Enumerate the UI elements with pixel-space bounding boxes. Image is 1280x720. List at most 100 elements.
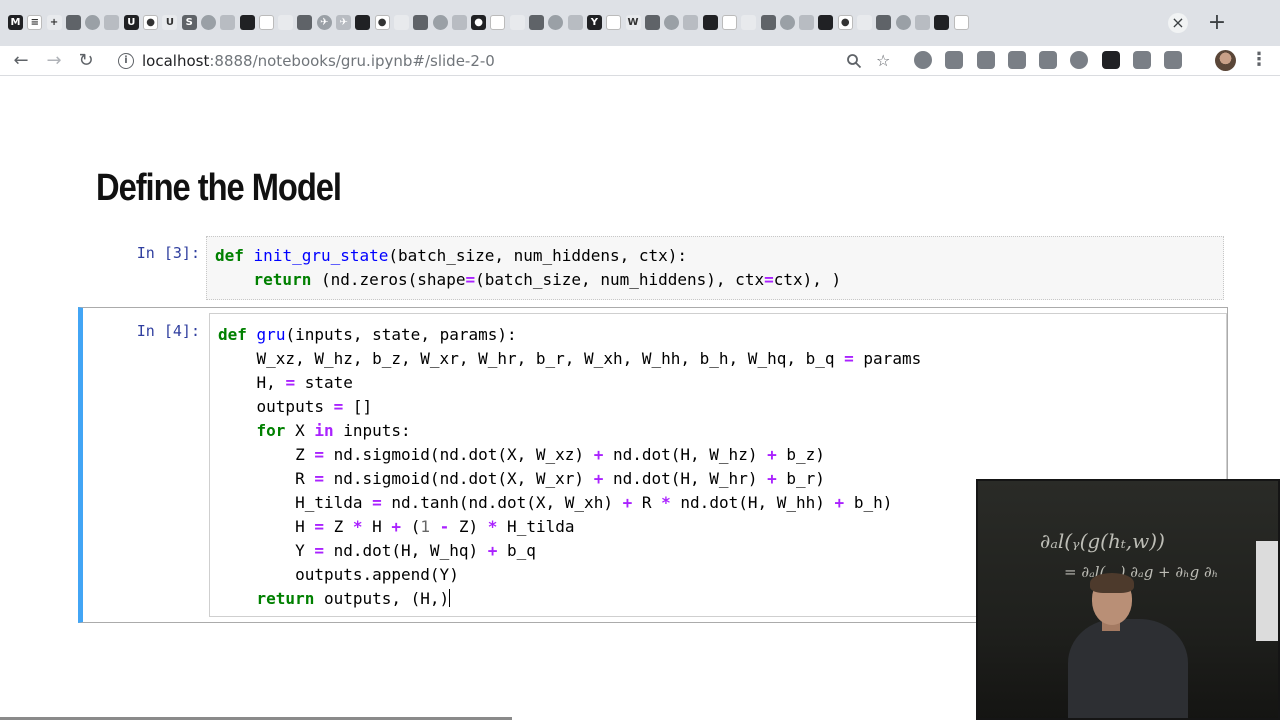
code-line: R = nd.sigmoid(nd.dot(X, W_xr) + nd.dot(… — [218, 469, 825, 488]
code-cell[interactable]: In [3]: def init_gru_state(batch_size, n… — [100, 236, 1224, 300]
browser-menu-icon[interactable]: ⋮ — [1250, 49, 1268, 71]
extension-icon[interactable] — [1101, 51, 1120, 69]
bookmark-favicon-icon[interactable] — [278, 15, 294, 30]
address-bar[interactable]: i localhost:8888/notebooks/gru.ipynb#/sl… — [108, 47, 900, 75]
bookmark-favicon-icon[interactable] — [529, 15, 545, 30]
bookmark-favicon-icon[interactable] — [355, 15, 371, 30]
bookmark-favicon-icon[interactable]: ● — [143, 15, 159, 30]
code-line: Y = nd.dot(H, W_hq) + b_q — [218, 541, 536, 560]
profile-avatar[interactable] — [1215, 50, 1236, 71]
bookmark-favicon-icon[interactable]: ✈ — [336, 15, 352, 30]
bookmark-favicon-icon[interactable]: ≡ — [27, 15, 43, 30]
code-line: return (nd.zeros(shape=(batch_size, num_… — [253, 270, 842, 289]
bookmark-favicon-icon[interactable]: U — [162, 15, 178, 30]
reload-button[interactable]: ↻ — [74, 49, 98, 73]
bookmark-favicon-icon[interactable] — [876, 15, 892, 30]
extension-icon[interactable] — [1164, 51, 1183, 69]
bookmark-favicon-icon[interactable]: S — [181, 15, 197, 30]
bookmark-favicon-icon[interactable] — [683, 15, 699, 30]
url-host: localhost — [142, 52, 210, 70]
bookmark-favicon-icon[interactable] — [644, 15, 660, 30]
extension-icon[interactable] — [914, 51, 932, 69]
bookmark-favicon-icon[interactable] — [239, 15, 255, 30]
new-tab-button[interactable]: + — [1206, 12, 1228, 34]
close-tab-icon[interactable]: × — [1168, 13, 1188, 33]
code-line: outputs.append(Y) — [218, 565, 459, 584]
bookmark-favicon-icon[interactable] — [818, 15, 834, 30]
bookmark-favicon-icon[interactable]: ● — [837, 15, 853, 30]
bookmark-favicon-icon[interactable] — [258, 15, 274, 30]
bookmark-favicon-icon[interactable]: Y — [586, 15, 602, 30]
code-line: def init_gru_state(batch_size, num_hidde… — [215, 246, 688, 265]
code-line: outputs = [] — [218, 397, 373, 416]
bookmark-favicon-icon[interactable] — [606, 15, 622, 30]
code-line: Z = nd.sigmoid(nd.dot(X, W_xz) + nd.dot(… — [218, 445, 825, 464]
bookmark-favicon-icon[interactable] — [895, 15, 911, 30]
bookmark-favicon-icon[interactable] — [509, 15, 525, 30]
bookmark-favicon-icon[interactable] — [297, 15, 313, 30]
bookmark-favicon-icon[interactable] — [200, 15, 216, 30]
extension-icon[interactable] — [1007, 51, 1026, 69]
bookmark-favicon-icon[interactable] — [760, 15, 776, 30]
extensions-bar — [914, 51, 1196, 69]
bookmark-favicon-icon[interactable] — [721, 15, 737, 30]
bookmark-favicon-icon[interactable] — [104, 15, 120, 30]
pocket-icon[interactable] — [976, 51, 995, 69]
bookmark-favicon-icon[interactable] — [702, 15, 718, 30]
bookmark-favicon-icon[interactable] — [432, 15, 448, 30]
code-line: H_tilda = nd.tanh(nd.dot(X, W_xh) + R * … — [218, 493, 893, 512]
code-line: for X in inputs: — [256, 421, 411, 440]
bookmark-favicon-icon[interactable]: U — [123, 15, 139, 30]
text-cursor — [449, 589, 451, 607]
cell-prompt: In [4]: — [136, 322, 200, 340]
bookmark-favicon-icon[interactable] — [914, 15, 930, 30]
slide-title: Define the Model — [96, 167, 342, 209]
cell-prompt: In [3]: — [136, 244, 200, 262]
bookmark-favicon-icon[interactable] — [934, 15, 950, 30]
bookmark-favicon-icon[interactable] — [548, 15, 564, 30]
chalk-writing: = ∂ₐl(...) ∂ₐg + ∂ₕg ∂ₕ — [1064, 563, 1219, 581]
bookmark-favicon-icon[interactable] — [857, 15, 873, 30]
code-input-area[interactable]: def init_gru_state(batch_size, num_hidde… — [206, 236, 1224, 300]
bookmark-favicon-icon[interactable] — [451, 15, 467, 30]
projector-screen-edge — [1256, 541, 1278, 641]
tab-strip: M ≡ + U ● U S ✈ ✈ ● ● Y W ● × + — [0, 0, 1280, 46]
lecture-video-overlay[interactable]: ∂ₐl(ᵧ(g(hₜ,w)) = ∂ₐl(...) ∂ₐg + ∂ₕg ∂ₕ — [976, 479, 1280, 720]
bookmark-favicon-icon[interactable]: ● — [471, 15, 487, 30]
camera-icon[interactable] — [1070, 51, 1089, 69]
code-line: def gru(inputs, state, params): — [218, 325, 517, 344]
bookmark-favicon-icon[interactable] — [779, 15, 795, 30]
code-line: H = Z * H + (1 - Z) * H_tilda — [218, 517, 575, 536]
bookmark-favicon-icon[interactable]: ✈ — [316, 15, 332, 30]
code-block: def gru(inputs, state, params): W_xz, W_… — [218, 323, 921, 611]
extension-icon[interactable] — [1039, 51, 1058, 69]
bookmark-favicon-icon[interactable]: ● — [374, 15, 390, 30]
lecturer-hair — [1090, 573, 1134, 593]
bookmark-favicon-icon[interactable] — [85, 15, 101, 30]
bookmark-favicon-icon[interactable] — [220, 15, 236, 30]
url-text[interactable]: localhost:8888/notebooks/gru.ipynb#/slid… — [142, 52, 495, 70]
search-icon[interactable] — [846, 53, 862, 69]
bookmark-favicon-icon[interactable] — [664, 15, 680, 30]
bookmark-favicon-icon[interactable] — [741, 15, 757, 30]
bookmark-favicon-icon[interactable] — [65, 15, 81, 30]
bookmark-favicon-icon[interactable]: M — [8, 15, 23, 30]
extension-icon[interactable] — [1133, 51, 1152, 69]
bookmark-favicon-icon[interactable] — [413, 15, 429, 30]
url-path: :8888/notebooks/gru.ipynb#/slide-2-0 — [209, 52, 495, 70]
site-info-icon[interactable]: i — [118, 53, 134, 69]
bookmark-favicon-icon[interactable] — [490, 15, 506, 30]
extension-icon[interactable] — [945, 51, 964, 69]
bookmark-favicon-icon[interactable]: W — [625, 15, 641, 30]
bookmark-star-icon[interactable]: ☆ — [876, 51, 890, 70]
back-button[interactable]: ← — [9, 49, 33, 73]
bookmark-favicon-icon[interactable] — [799, 15, 815, 30]
bookmark-favicon-icon[interactable]: + — [46, 15, 62, 30]
code-line: return outputs, (H,) — [256, 589, 451, 608]
bookmark-favicon-icon[interactable] — [393, 15, 409, 30]
code-line: W_xz, W_hz, b_z, W_xr, W_hr, b_r, W_xh, … — [218, 349, 922, 368]
bookmark-favicon-icon[interactable] — [953, 15, 969, 30]
forward-button[interactable]: → — [42, 49, 66, 73]
code-line: H, = state — [218, 373, 353, 392]
bookmark-favicon-icon[interactable] — [567, 15, 583, 30]
